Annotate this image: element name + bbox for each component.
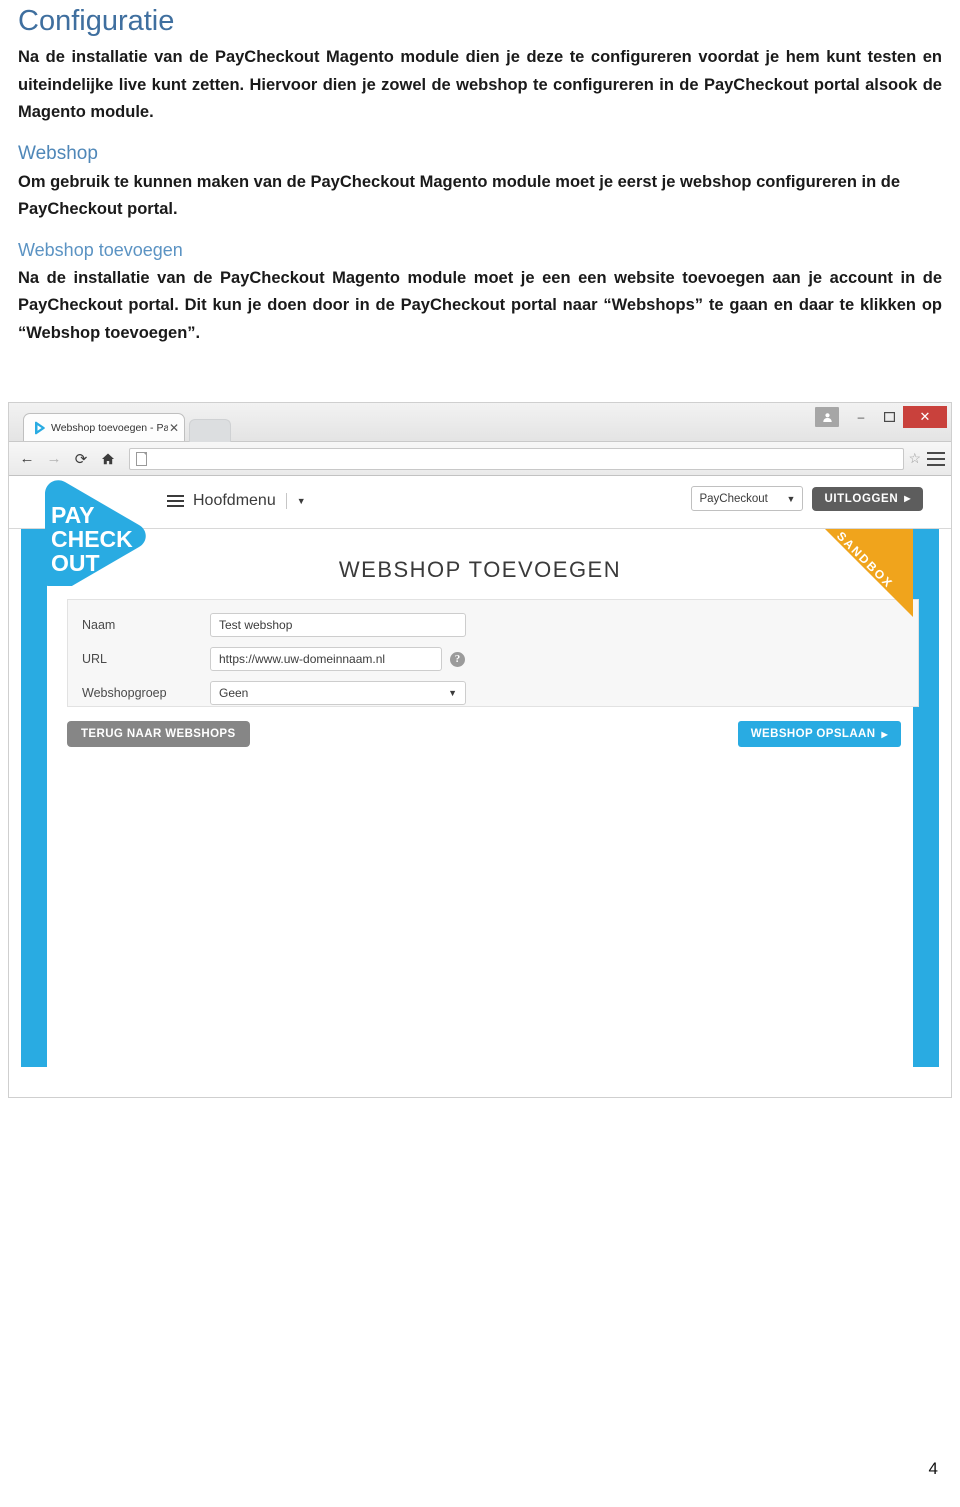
browser-toolbar: ← → ⟳ ☆	[9, 442, 951, 476]
logout-button-label: UITLOGGEN	[824, 492, 899, 505]
app-body: SANDBOX WEBSHOP TOEVOEGEN Naam Test webs…	[9, 529, 951, 1096]
menu-divider	[285, 493, 287, 509]
forward-icon[interactable]: →	[42, 447, 66, 471]
paycheckout-favicon-icon	[32, 421, 46, 435]
section-body-webshop-toevoegen: Na de installatie van de PayCheckout Mag…	[18, 268, 942, 342]
label-naam: Naam	[82, 618, 116, 632]
save-webshop-label: WEBSHOP OPSLAAN	[750, 728, 876, 740]
naam-input[interactable]: Test webshop	[210, 613, 466, 637]
chevron-down-icon[interactable]: ▼	[297, 496, 306, 506]
app-header: PAY CHECK OUT Hoofdmenu ▼ PayCheckout ▼ …	[9, 476, 951, 592]
svg-text:CHECK: CHECK	[51, 526, 133, 552]
menu-hamburger-icon	[167, 495, 184, 507]
tab-close-icon[interactable]: ✕	[168, 422, 180, 434]
webshopgroep-select-value: Geen	[219, 686, 249, 700]
paycheckout-logo[interactable]: PAY CHECK OUT	[29, 478, 149, 592]
svg-text:OUT: OUT	[51, 550, 100, 576]
user-profile-icon[interactable]	[815, 407, 839, 427]
bookmark-star-icon[interactable]: ☆	[908, 450, 921, 467]
back-icon[interactable]: ←	[15, 447, 39, 471]
form-row-webshopgroep: Webshopgroep Geen ▼	[82, 680, 466, 706]
page-title: Configuratie	[18, 5, 175, 37]
webshop-form-panel: Naam Test webshop URL https://www.uw-dom…	[67, 599, 919, 707]
section-heading-webshop: Webshop	[18, 142, 98, 164]
logout-button[interactable]: UITLOGGEN ▶	[812, 486, 923, 511]
header-right-controls: PayCheckout ▼ UITLOGGEN ▶	[691, 486, 923, 511]
form-row-naam: Naam Test webshop	[82, 612, 466, 638]
webshopgroep-select[interactable]: Geen ▼	[210, 681, 466, 705]
left-accent-rail	[21, 529, 47, 1067]
home-icon[interactable]	[96, 447, 120, 471]
sandbox-ribbon: SANDBOX	[825, 529, 913, 617]
help-icon[interactable]: ?	[450, 651, 465, 667]
section-body-webshop: Om gebruik te kunnen maken van de PayChe…	[18, 172, 901, 219]
arrow-right-icon: ▶	[881, 729, 888, 739]
embedded-browser-screenshot: Webshop toevoegen - Pa ✕ – ✕ ← → ⟳ ☆ PAY…	[8, 402, 952, 1098]
address-bar[interactable]	[129, 447, 905, 470]
naam-input-value: Test webshop	[219, 618, 293, 632]
back-to-webshops-button[interactable]: TERUG NAAR WEBSHOPS	[67, 721, 250, 747]
svg-text:PAY: PAY	[51, 502, 94, 528]
app-page-title: WEBSHOP TOEVOEGEN	[338, 557, 622, 582]
intro-paragraph: Na de installatie van de PayCheckout Mag…	[18, 48, 942, 121]
browser-titlebar: Webshop toevoegen - Pa ✕ – ✕	[9, 403, 951, 442]
window-maximize-button[interactable]	[875, 406, 903, 428]
page-document-icon	[136, 451, 147, 466]
window-close-button[interactable]: ✕	[903, 406, 947, 428]
chevron-down-icon: ▼	[448, 688, 457, 698]
main-menu[interactable]: Hoofdmenu ▼	[167, 492, 306, 510]
browser-viewport: PAY CHECK OUT Hoofdmenu ▼ PayCheckout ▼ …	[9, 476, 951, 1096]
back-to-webshops-label: TERUG NAAR WEBSHOPS	[81, 728, 236, 740]
form-row-url: URL https://www.uw-domeinnaam.nl ?	[82, 646, 465, 672]
chevron-down-icon: ▼	[786, 493, 796, 504]
window-minimize-button[interactable]: –	[847, 406, 875, 428]
account-select[interactable]: PayCheckout ▼	[691, 486, 804, 511]
label-url: URL	[82, 652, 108, 666]
browser-menu-icon[interactable]	[927, 451, 945, 467]
save-webshop-button[interactable]: WEBSHOP OPSLAAN ▶	[737, 721, 901, 747]
window-controls: – ✕	[815, 405, 947, 429]
browser-tab-title: Webshop toevoegen - Pa	[51, 421, 168, 434]
reload-icon[interactable]: ⟳	[69, 447, 93, 471]
document-page-number: 4	[928, 1459, 938, 1478]
url-input[interactable]: https://www.uw-domeinnaam.nl	[210, 647, 442, 671]
new-tab-button[interactable]	[189, 419, 231, 442]
account-select-value: PayCheckout	[699, 492, 768, 505]
url-input-value: https://www.uw-domeinnaam.nl	[219, 652, 386, 666]
arrow-right-icon: ▶	[904, 494, 911, 503]
section-heading-webshop-toevoegen: Webshop toevoegen	[18, 239, 183, 260]
browser-tab[interactable]: Webshop toevoegen - Pa ✕	[23, 413, 185, 441]
label-webshopgroep: Webshopgroep	[82, 686, 167, 700]
main-menu-label: Hoofdmenu	[193, 492, 276, 509]
document-text-block: Configuratie Na de installatie van de Pa…	[18, 0, 942, 349]
